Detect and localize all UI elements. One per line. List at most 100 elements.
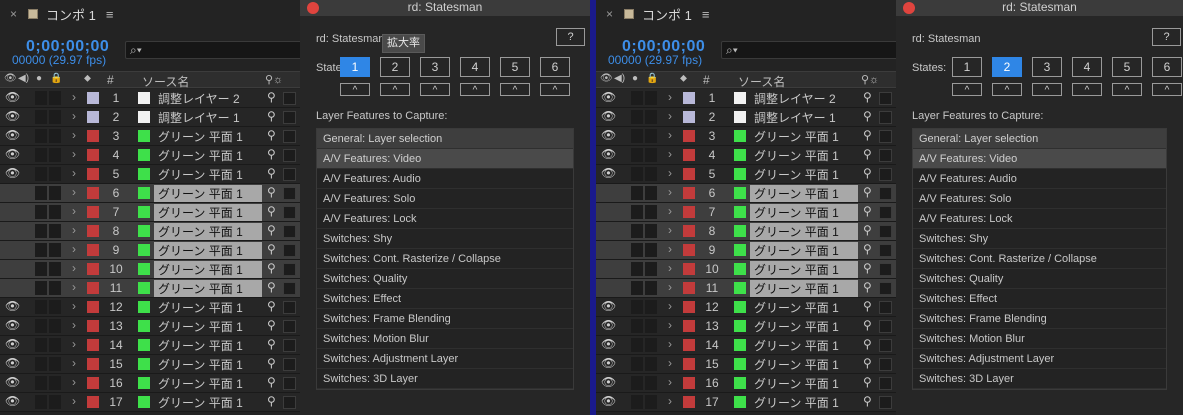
tab-menu-icon[interactable]: ≡ — [106, 7, 114, 22]
close-window-icon[interactable] — [903, 2, 915, 14]
layer-name[interactable]: グリーン 平面 1 — [154, 166, 262, 183]
switch-cell[interactable] — [35, 91, 47, 105]
layer-row[interactable]: 👁 › 13 グリーン 平面 1 ⚲ — [596, 317, 906, 336]
quality-switch-box[interactable] — [879, 339, 892, 352]
state-button-3[interactable]: 3 — [1032, 57, 1062, 77]
label-color-swatch[interactable] — [87, 206, 99, 218]
layer-name[interactable]: グリーン 平面 1 — [154, 242, 262, 259]
visibility-eye-icon[interactable]: 👁 — [601, 147, 616, 161]
layer-name[interactable]: グリーン 平面 1 — [750, 299, 858, 316]
quality-switch-box[interactable] — [283, 149, 296, 162]
feature-item[interactable]: General: Layer selection — [913, 129, 1166, 149]
layer-name[interactable]: グリーン 平面 1 — [154, 375, 262, 392]
visibility-eye-icon[interactable]: 👁 — [601, 299, 616, 313]
layer-name[interactable]: グリーン 平面 1 — [154, 128, 262, 145]
feature-item[interactable]: Switches: Frame Blending — [913, 309, 1166, 329]
quality-switch-box[interactable] — [879, 301, 892, 314]
quality-switch-box[interactable] — [283, 377, 296, 390]
switch-cell[interactable] — [631, 395, 643, 409]
visibility-eye-icon[interactable]: 👁 — [5, 166, 20, 180]
layer-name[interactable]: グリーン 平面 1 — [154, 223, 262, 240]
visibility-eye-icon[interactable]: 👁 — [5, 318, 20, 332]
switch-cell[interactable] — [35, 224, 47, 238]
switch-cell[interactable] — [631, 224, 643, 238]
tab-close-icon[interactable]: × — [10, 7, 22, 21]
help-button[interactable]: ? — [556, 28, 585, 46]
state-update-button-5[interactable]: ^ — [1112, 83, 1142, 96]
shy-switch-icon[interactable]: ⚲ — [863, 147, 872, 161]
quality-switch-box[interactable] — [283, 92, 296, 105]
switch-cell[interactable] — [35, 205, 47, 219]
layer-name[interactable]: グリーン 平面 1 — [154, 318, 262, 335]
switch-cell[interactable] — [631, 300, 643, 314]
twirl-arrow-icon[interactable]: › — [668, 109, 672, 123]
switch-cell[interactable] — [35, 281, 47, 295]
quality-switch-box[interactable] — [283, 206, 296, 219]
label-color-swatch[interactable] — [87, 111, 99, 123]
layer-name[interactable]: グリーン 平面 1 — [154, 394, 262, 411]
label-color-swatch[interactable] — [87, 244, 99, 256]
feature-item[interactable]: Switches: Cont. Rasterize / Collapse — [913, 249, 1166, 269]
twirl-arrow-icon[interactable]: › — [72, 280, 76, 294]
switch-cell[interactable] — [645, 110, 657, 124]
quality-switch-box[interactable] — [879, 225, 892, 238]
twirl-arrow-icon[interactable]: › — [72, 318, 76, 332]
twirl-arrow-icon[interactable]: › — [668, 280, 672, 294]
layer-name[interactable]: グリーン 平面 1 — [750, 356, 858, 373]
comp-tab[interactable]: × コンポ 1 ≡ — [0, 0, 310, 28]
shy-switch-icon[interactable]: ⚲ — [863, 166, 872, 180]
switch-cell[interactable] — [631, 110, 643, 124]
speaker-icon[interactable]: ◀) — [614, 73, 625, 84]
state-button-3[interactable]: 3 — [420, 57, 450, 77]
feature-item[interactable]: Switches: Effect — [317, 289, 573, 309]
quality-switch-box[interactable] — [879, 263, 892, 276]
twirl-arrow-icon[interactable]: › — [668, 204, 672, 218]
label-color-swatch[interactable] — [683, 282, 695, 294]
switch-cell[interactable] — [49, 110, 61, 124]
switch-cell[interactable] — [645, 338, 657, 352]
visibility-eye-icon[interactable]: 👁 — [601, 394, 616, 408]
layer-name[interactable]: 調整レイヤー 1 — [750, 109, 858, 126]
layer-name[interactable]: グリーン 平面 1 — [750, 128, 858, 145]
visibility-eye-icon[interactable]: 👁 — [5, 356, 20, 370]
layer-row[interactable]: 👁 › 4 グリーン 平面 1 ⚲ — [596, 146, 906, 165]
shy-switch-icon[interactable]: ⚲ — [863, 337, 872, 351]
layer-name[interactable]: グリーン 平面 1 — [750, 166, 858, 183]
quality-switch-box[interactable] — [879, 92, 892, 105]
help-button[interactable]: ? — [1152, 28, 1181, 46]
twirl-arrow-icon[interactable]: › — [72, 356, 76, 370]
layer-name[interactable]: グリーン 平面 1 — [154, 185, 262, 202]
twirl-arrow-icon[interactable]: › — [72, 242, 76, 256]
label-color-swatch[interactable] — [683, 301, 695, 313]
switch-cell[interactable] — [49, 243, 61, 257]
layer-row[interactable]: › 11 グリーン 平面 1 ⚲ — [596, 279, 906, 298]
switch-cell[interactable] — [35, 376, 47, 390]
shy-switch-icon[interactable]: ⚲ — [863, 242, 872, 256]
switch-cell[interactable] — [49, 91, 61, 105]
search-icon[interactable]: ⌕▾ — [130, 43, 142, 58]
state-button-4[interactable]: 4 — [460, 57, 490, 77]
state-update-button-6[interactable]: ^ — [1152, 83, 1182, 96]
speaker-icon[interactable]: ◀) — [18, 73, 29, 84]
switch-cell[interactable] — [645, 129, 657, 143]
layer-row[interactable]: › 11 グリーン 平面 1 ⚲ — [0, 279, 310, 298]
label-color-swatch[interactable] — [683, 111, 695, 123]
visibility-eye-icon[interactable]: 👁 — [5, 147, 20, 161]
search-input[interactable]: ⌕▾ — [721, 41, 906, 59]
layer-name[interactable]: 調整レイヤー 2 — [154, 90, 262, 107]
switch-cell[interactable] — [631, 148, 643, 162]
shy-switch-icon[interactable]: ⚲ — [863, 356, 872, 370]
label-color-swatch[interactable] — [683, 149, 695, 161]
switch-cell[interactable] — [631, 186, 643, 200]
twirl-arrow-icon[interactable]: › — [668, 242, 672, 256]
layer-row[interactable]: › 10 グリーン 平面 1 ⚲ — [0, 260, 310, 279]
feature-item[interactable]: Switches: Adjustment Layer — [317, 349, 573, 369]
layer-name[interactable]: グリーン 平面 1 — [750, 185, 858, 202]
shy-switch-icon[interactable]: ⚲ — [267, 185, 276, 199]
feature-item[interactable]: Switches: Motion Blur — [317, 329, 573, 349]
shy-switch-icon[interactable]: ⚲ — [863, 185, 872, 199]
state-update-button-2[interactable]: ^ — [992, 83, 1022, 96]
quality-switch-box[interactable] — [879, 282, 892, 295]
switch-cell[interactable] — [49, 376, 61, 390]
switch-cell[interactable] — [631, 376, 643, 390]
